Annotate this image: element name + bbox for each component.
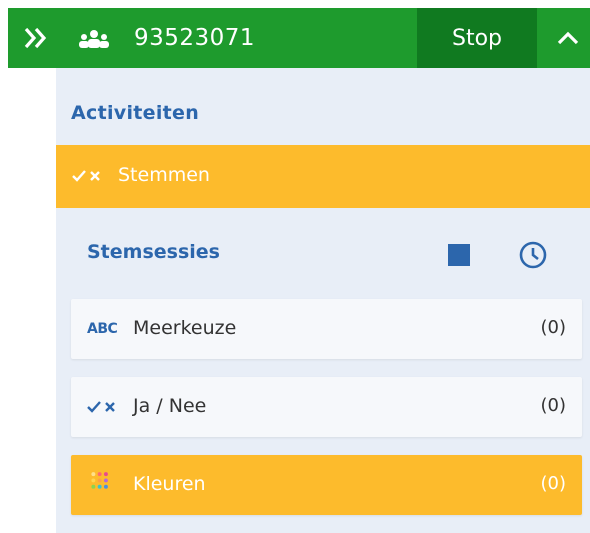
session-label: Ja / Nee [133, 395, 207, 417]
voting-sessions-title: Stemsessies [87, 241, 220, 263]
top-bar: 93523071 Stop [8, 8, 590, 68]
active-activity-label: Stemmen [118, 164, 210, 186]
double-chevron-right-icon[interactable] [22, 24, 50, 52]
session-count: (0) [540, 473, 567, 494]
session-label: Kleuren [133, 473, 206, 495]
session-ja-nee[interactable]: Ja / Nee (0) [71, 377, 582, 437]
check-cross-icon [87, 401, 115, 413]
session-meerkeuze[interactable]: ABC Meerkeuze (0) [71, 299, 582, 359]
activities-title: Activiteiten [71, 102, 200, 124]
activities-panel: Activiteiten Stemmen Stemsessies ABC Mee… [56, 68, 590, 533]
stop-square-icon[interactable] [448, 244, 470, 266]
color-dots-icon [91, 472, 108, 489]
session-id: 93523071 [134, 25, 256, 51]
collapse-button[interactable] [546, 8, 590, 68]
chevron-up-icon [557, 31, 579, 45]
abc-icon: ABC [87, 321, 118, 337]
group-icon [78, 29, 110, 51]
active-activity-stemmen[interactable]: Stemmen [56, 145, 590, 208]
session-label: Meerkeuze [133, 317, 237, 339]
stop-button[interactable]: Stop [417, 8, 537, 68]
session-count: (0) [540, 317, 567, 338]
check-cross-icon [72, 170, 100, 182]
session-count: (0) [540, 395, 567, 416]
session-kleuren[interactable]: Kleuren (0) [71, 455, 582, 515]
clock-icon[interactable] [518, 240, 548, 270]
